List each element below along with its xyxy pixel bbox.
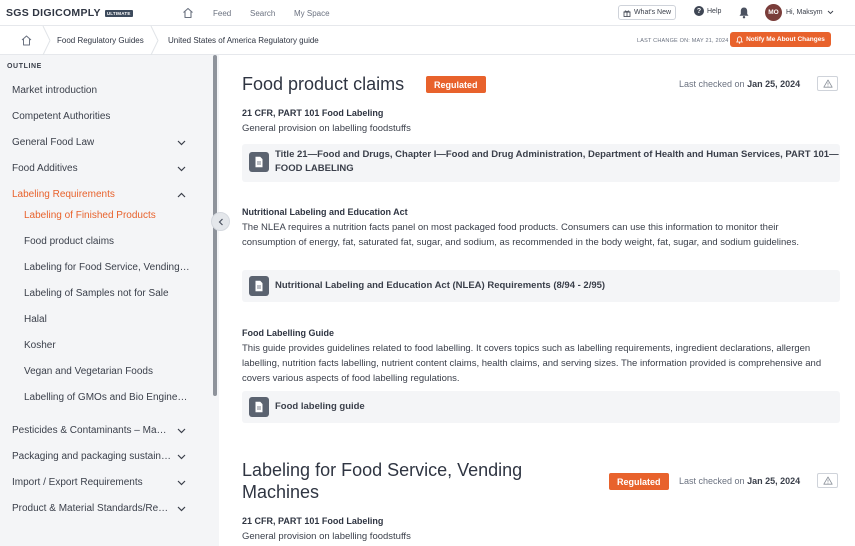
- document-icon: [249, 276, 269, 296]
- chevron-down-icon[interactable]: [177, 506, 186, 512]
- sidebar-item-product-material-standards[interactable]: Product & Material Standards/Re…: [12, 503, 172, 514]
- block-title: 21 CFR, PART 101 Food Labeling: [242, 516, 384, 526]
- nav-search[interactable]: Search: [250, 9, 275, 18]
- collapse-sidebar-button[interactable]: [211, 212, 230, 231]
- sidebar-item-packaging[interactable]: Packaging and packaging sustain…: [12, 451, 172, 462]
- breadcrumb-food-regulatory-guides[interactable]: Food Regulatory Guides: [57, 36, 144, 45]
- nav-feed[interactable]: Feed: [213, 9, 231, 18]
- status-badge: Regulated: [609, 473, 669, 490]
- outline-heading: OUTLINE: [7, 63, 42, 70]
- breadcrumb-separator: [42, 26, 51, 55]
- sidebar-item-labeling-of-finished-products[interactable]: Labeling of Finished Products: [24, 210, 156, 221]
- help-icon: ?: [694, 6, 704, 16]
- sidebar-item-food-additives[interactable]: Food Additives: [12, 163, 78, 174]
- chevron-up-icon[interactable]: [177, 192, 186, 198]
- home-icon[interactable]: [181, 6, 195, 20]
- document-link-text: Title 21—Food and Drugs, Chapter I—Food …: [275, 149, 839, 160]
- document-icon: [249, 152, 269, 172]
- breadcrumb-separator: [150, 26, 159, 55]
- last-change-date: LAST CHANGE ON: MAY 21, 2024: [637, 38, 729, 44]
- nav-my-space[interactable]: My Space: [294, 9, 330, 18]
- sidebar-item-competent-authorities[interactable]: Competent Authorities: [12, 111, 110, 122]
- sidebar-item-market-introduction[interactable]: Market introduction: [12, 85, 97, 96]
- bell-icon: [736, 35, 744, 44]
- notify-me-button[interactable]: Notify Me About Changes: [730, 32, 831, 47]
- outline-sidebar: OUTLINE Market introduction Competent Au…: [0, 55, 230, 546]
- sidebar-item-import-export[interactable]: Import / Export Requirements: [12, 477, 172, 488]
- logo-badge: ULTIMATE: [104, 9, 133, 17]
- status-badge: Regulated: [426, 76, 486, 93]
- sgs-digicomply-logo[interactable]: SGS DIGICOMPLY ULTIMATE: [6, 7, 133, 19]
- report-issue-button[interactable]: [817, 473, 838, 488]
- last-checked-date: Last checked on Jan 25, 2024: [679, 79, 801, 89]
- sidebar-item-halal[interactable]: Halal: [24, 314, 47, 325]
- report-issue-button[interactable]: [817, 76, 838, 91]
- top-navigation-bar: SGS DIGICOMPLY ULTIMATE Feed Search My S…: [0, 0, 855, 26]
- section-title-food-product-claims: Food product claims: [242, 74, 405, 94]
- document-link-text: Food labeling guide: [275, 401, 365, 412]
- sidebar-item-labeling-samples[interactable]: Labeling of Samples not for Sale: [24, 288, 169, 299]
- chevron-left-icon: [218, 218, 223, 225]
- sidebar-item-kosher[interactable]: Kosher: [24, 340, 56, 351]
- warning-icon: [822, 476, 833, 485]
- block-text: This guide provides guidelines related t…: [242, 343, 822, 384]
- whats-new-button[interactable]: What's New: [618, 5, 676, 20]
- document-link-title-21[interactable]: Title 21—Food and Drugs, Chapter I—Food …: [242, 144, 840, 182]
- block-title: 21 CFR, PART 101 Food Labeling: [242, 108, 384, 118]
- help-button[interactable]: ? Help: [694, 6, 721, 16]
- block-title: Nutritional Labeling and Education Act: [242, 207, 408, 217]
- gift-icon: [623, 10, 631, 17]
- user-greeting: Hi, Maksym: [786, 9, 823, 16]
- chevron-down-icon: [827, 10, 833, 15]
- sidebar-item-vegan-vegetarian[interactable]: Vegan and Vegetarian Foods: [24, 366, 153, 377]
- sidebar-item-labelling-gmos[interactable]: Labelling of GMOs and Bio Engine…: [24, 392, 189, 403]
- help-label: Help: [707, 7, 722, 15]
- last-checked-date: Last checked on Jan 25, 2024: [679, 476, 801, 486]
- whats-new-label: What's New: [633, 9, 672, 16]
- sidebar-item-food-product-claims[interactable]: Food product claims: [24, 236, 114, 247]
- block-title: Food Labelling Guide: [242, 328, 334, 338]
- section-title-labeling-food-service: Labeling for Food Service, Vending: [242, 460, 523, 480]
- sidebar-item-labeling-food-service[interactable]: Labeling for Food Service, Vending…: [24, 262, 189, 273]
- chevron-down-icon[interactable]: [177, 428, 186, 434]
- breadcrumb-home-icon[interactable]: [20, 34, 33, 47]
- block-text: The NLEA requires a nutrition facts pane…: [242, 222, 799, 248]
- document-link-nlea[interactable]: Nutritional Labeling and Education Act (…: [242, 270, 840, 302]
- chevron-down-icon[interactable]: [177, 480, 186, 486]
- avatar: MO: [765, 4, 782, 21]
- chevron-down-icon[interactable]: [177, 166, 186, 172]
- document-icon: [249, 397, 269, 417]
- document-link-food-labeling-guide[interactable]: Food labeling guide: [242, 391, 840, 423]
- document-link-text: FOOD LABELING: [275, 163, 354, 174]
- sidebar-item-labeling-requirements[interactable]: Labeling Requirements: [12, 189, 115, 200]
- bell-icon[interactable]: [738, 6, 750, 19]
- logo-text: SGS DIGICOMPLY: [6, 7, 101, 19]
- section-title-labeling-food-service-cont: Machines: [242, 482, 320, 502]
- breadcrumb: Food Regulatory Guides United States of …: [0, 26, 855, 55]
- sidebar-item-general-food-law[interactable]: General Food Law: [12, 137, 94, 148]
- warning-icon: [822, 79, 833, 88]
- document-link-text: Nutritional Labeling and Education Act (…: [275, 280, 606, 291]
- breadcrumb-usa-regulatory-guide[interactable]: United States of America Regulatory guid…: [168, 36, 319, 45]
- sidebar-item-pesticides-contaminants[interactable]: Pesticides & Contaminants – Ma…: [12, 425, 172, 436]
- block-text: General provision on labelling foodstuff…: [242, 123, 411, 134]
- user-menu[interactable]: MO Hi, Maksym: [765, 4, 834, 21]
- chevron-down-icon[interactable]: [177, 140, 186, 146]
- block-text: General provision on labelling foodstuff…: [242, 531, 411, 542]
- notify-me-label: Notify Me About Changes: [746, 36, 825, 43]
- chevron-down-icon[interactable]: [177, 454, 186, 460]
